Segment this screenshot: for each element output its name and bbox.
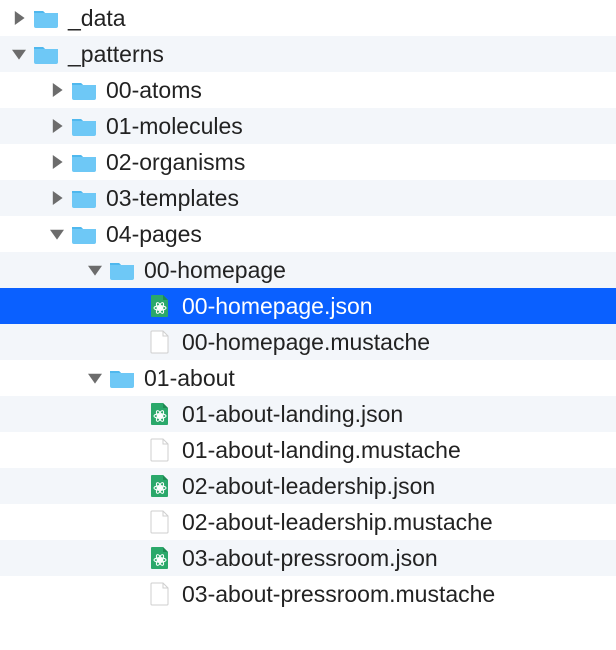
tree-row[interactable]: 02-organisms (0, 144, 616, 180)
folder-icon (70, 116, 98, 136)
folder-icon (32, 44, 60, 64)
indent (0, 234, 48, 235)
tree-row[interactable]: 00-atoms (0, 72, 616, 108)
folder-label: 03-templates (106, 185, 239, 212)
folder-label: 00-atoms (106, 77, 202, 104)
disclosure-right-icon[interactable] (48, 83, 66, 97)
tree-row[interactable]: 00-homepage.mustache (0, 324, 616, 360)
indent (0, 90, 48, 91)
tree-row[interactable]: 00-homepage (0, 252, 616, 288)
indent (0, 270, 86, 271)
indent (0, 594, 124, 595)
folder-label: 01-about (144, 365, 235, 392)
folder-icon (70, 80, 98, 100)
folder-icon (32, 8, 60, 28)
indent (0, 378, 86, 379)
file-tree: _data _patterns 00-atoms 01-molecules 02… (0, 0, 616, 612)
folder-label: 04-pages (106, 221, 202, 248)
tree-row[interactable]: 01-about-landing.json (0, 396, 616, 432)
tree-row[interactable]: _data (0, 0, 616, 36)
indent (0, 198, 48, 199)
disclosure-right-icon[interactable] (10, 11, 28, 25)
disclosure-right-icon[interactable] (48, 119, 66, 133)
file-label: 02-about-leadership.mustache (182, 509, 493, 536)
indent (0, 54, 10, 55)
file-label: 00-homepage.json (182, 293, 373, 320)
json-file-icon (146, 474, 174, 498)
tree-row[interactable]: 01-about (0, 360, 616, 396)
tree-row[interactable]: 00-homepage.json (0, 288, 616, 324)
indent (0, 162, 48, 163)
indent (0, 450, 124, 451)
disclosure-down-icon[interactable] (86, 371, 104, 385)
file-label: 01-about-landing.mustache (182, 437, 461, 464)
folder-icon (70, 188, 98, 208)
disclosure-down-icon[interactable] (48, 227, 66, 241)
indent (0, 414, 124, 415)
tree-row[interactable]: 01-molecules (0, 108, 616, 144)
indent (0, 558, 124, 559)
tree-row[interactable]: 04-pages (0, 216, 616, 252)
indent (0, 126, 48, 127)
tree-row[interactable]: 03-templates (0, 180, 616, 216)
json-file-icon (146, 402, 174, 426)
file-label: 01-about-landing.json (182, 401, 403, 428)
file-icon (146, 438, 174, 462)
file-label: 00-homepage.mustache (182, 329, 430, 356)
folder-icon (70, 224, 98, 244)
tree-row[interactable]: 02-about-leadership.mustache (0, 504, 616, 540)
json-file-icon (146, 294, 174, 318)
folder-icon (70, 152, 98, 172)
file-label: 02-about-leadership.json (182, 473, 435, 500)
disclosure-down-icon[interactable] (86, 263, 104, 277)
tree-row[interactable]: _patterns (0, 36, 616, 72)
indent (0, 486, 124, 487)
disclosure-right-icon[interactable] (48, 191, 66, 205)
tree-row[interactable]: 03-about-pressroom.json (0, 540, 616, 576)
folder-label: _patterns (68, 41, 164, 68)
file-icon (146, 582, 174, 606)
json-file-icon (146, 546, 174, 570)
file-label: 03-about-pressroom.json (182, 545, 438, 572)
folder-label: 00-homepage (144, 257, 286, 284)
disclosure-down-icon[interactable] (10, 47, 28, 61)
file-icon (146, 510, 174, 534)
indent (0, 306, 124, 307)
folder-label: 01-molecules (106, 113, 243, 140)
indent (0, 18, 10, 19)
indent (0, 342, 124, 343)
tree-row[interactable]: 01-about-landing.mustache (0, 432, 616, 468)
folder-icon (108, 260, 136, 280)
disclosure-right-icon[interactable] (48, 155, 66, 169)
tree-row[interactable]: 02-about-leadership.json (0, 468, 616, 504)
indent (0, 522, 124, 523)
folder-label: _data (68, 5, 126, 32)
folder-icon (108, 368, 136, 388)
folder-label: 02-organisms (106, 149, 245, 176)
file-icon (146, 330, 174, 354)
file-label: 03-about-pressroom.mustache (182, 581, 495, 608)
tree-row[interactable]: 03-about-pressroom.mustache (0, 576, 616, 612)
